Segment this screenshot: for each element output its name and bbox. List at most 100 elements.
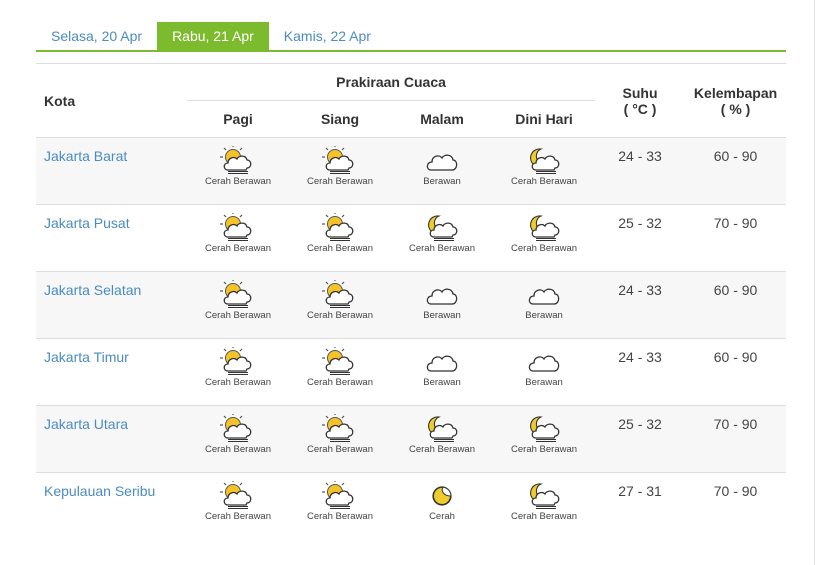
header-suhu-unit: ( °C ) — [623, 100, 657, 117]
weather-label: Cerah Berawan — [511, 243, 578, 254]
forecast-pagi: Cerah Berawan — [187, 137, 289, 205]
weather-label: Cerah Berawan — [511, 511, 578, 522]
sun-cloud-rain-icon — [220, 347, 252, 375]
table-row: Jakarta Barat Cerah Berawan Cerah Berawa… — [36, 137, 787, 205]
header-prakiraan-cuaca: Prakiraan Cuaca — [187, 63, 596, 101]
city-link[interactable]: Jakarta Utara — [36, 405, 187, 473]
weather-label: Cerah Berawan — [204, 176, 271, 187]
header-kota: Kota — [36, 63, 187, 138]
weather-label: Cerah Berawan — [204, 310, 271, 321]
tab-selasa-20-apr[interactable]: Selasa, 20 Apr — [36, 22, 157, 50]
header-siang: Siang — [320, 111, 360, 127]
tab-rabu-21-apr[interactable]: Rabu, 21 Apr — [157, 22, 269, 50]
header-suhu-label: Suhu — [622, 84, 658, 101]
weather-label: Berawan — [423, 377, 461, 388]
forecast-pagi: Cerah Berawan — [187, 338, 289, 406]
forecast-dini-hari: Cerah Berawan — [493, 204, 596, 272]
suhu-value: 24 - 33 — [595, 137, 686, 205]
sun-cloud-rain-icon — [220, 213, 252, 241]
sun-cloud-rain-icon — [220, 146, 252, 174]
weather-label: Cerah Berawan — [511, 176, 578, 187]
forecast-siang: Cerah Berawan — [289, 204, 391, 272]
forecast-malam: Cerah Berawan — [391, 405, 493, 473]
weather-label: Cerah Berawan — [408, 243, 475, 254]
city-link[interactable]: Jakarta Barat — [36, 137, 187, 205]
sun-cloud-rain-icon — [322, 481, 354, 509]
forecast-siang: Cerah Berawan — [289, 338, 391, 406]
sun-cloud-rain-icon — [322, 347, 354, 375]
sun-cloud-rain-icon — [220, 481, 252, 509]
forecast-dini-hari: Cerah Berawan — [493, 405, 596, 473]
sun-cloud-rain-icon — [322, 146, 354, 174]
weather-label: Cerah Berawan — [204, 511, 271, 522]
weather-label: Cerah — [429, 511, 455, 522]
weather-label: Cerah Berawan — [306, 243, 373, 254]
weather-label: Cerah Berawan — [306, 310, 373, 321]
weather-label: Berawan — [423, 310, 461, 321]
kelembapan-value: 60 - 90 — [685, 338, 787, 406]
kelembapan-value: 70 - 90 — [685, 472, 787, 540]
moon-cloud-rain-icon — [428, 215, 458, 241]
city-link[interactable]: Jakarta Selatan — [36, 271, 187, 339]
kelembapan-value: 70 - 90 — [685, 204, 787, 272]
header-pagi: Pagi — [223, 111, 253, 127]
cloud-icon — [426, 154, 458, 171]
forecast-dini-hari: Berawan — [493, 338, 596, 406]
suhu-value: 24 - 33 — [595, 338, 686, 406]
weather-label: Cerah Berawan — [306, 377, 373, 388]
forecast-dini-hari: Cerah Berawan — [493, 472, 596, 540]
sun-cloud-rain-icon — [220, 280, 252, 308]
moon-cloud-rain-icon — [530, 215, 560, 241]
city-link[interactable]: Jakarta Pusat — [36, 204, 187, 272]
header-kelembapan-unit: ( % ) — [720, 100, 751, 117]
moon-cloud-rain-icon — [428, 416, 458, 442]
forecast-malam: Cerah — [391, 472, 493, 540]
table-row: Jakarta Selatan Cerah Berawan Cerah Bera… — [36, 271, 787, 339]
kelembapan-value: 60 - 90 — [685, 137, 787, 205]
cloud-icon — [528, 288, 560, 305]
weather-label: Cerah Berawan — [306, 511, 373, 522]
table-row: Kepulauan Seribu Cerah Berawan Cerah Ber… — [36, 472, 787, 540]
kelembapan-value: 70 - 90 — [685, 405, 787, 473]
header-dini-hari: Dini Hari — [515, 111, 573, 127]
sun-cloud-rain-icon — [322, 213, 354, 241]
suhu-value: 25 - 32 — [595, 204, 686, 272]
table-row: Jakarta Pusat Cerah Berawan Cerah Berawa… — [36, 204, 787, 272]
date-tabs: Selasa, 20 Apr Rabu, 21 Apr Kamis, 22 Ap… — [36, 22, 786, 52]
weather-label: Cerah Berawan — [306, 444, 373, 455]
weather-label: Berawan — [525, 310, 563, 321]
weather-label: Berawan — [423, 176, 461, 187]
suhu-value: 25 - 32 — [595, 405, 686, 473]
weather-label: Cerah Berawan — [204, 377, 271, 388]
weather-label: Cerah Berawan — [408, 444, 475, 455]
forecast-dini-hari: Berawan — [493, 271, 596, 339]
cloud-icon — [426, 355, 458, 372]
city-link[interactable]: Jakarta Timur — [36, 338, 187, 406]
forecast-dini-hari: Cerah Berawan — [493, 137, 596, 205]
weather-table: Kota Prakiraan Cuaca Suhu ( °C ) Kelemba… — [36, 63, 787, 540]
sun-cloud-rain-icon — [322, 280, 354, 308]
right-divider — [814, 0, 815, 565]
table-row: Jakarta Timur Cerah Berawan Cerah Berawa… — [36, 338, 787, 406]
weather-table-body: Jakarta Barat Cerah Berawan Cerah Berawa… — [36, 137, 787, 540]
forecast-siang: Cerah Berawan — [289, 472, 391, 540]
forecast-siang: Cerah Berawan — [289, 405, 391, 473]
cloud-icon — [426, 288, 458, 305]
city-link[interactable]: Kepulauan Seribu — [36, 472, 187, 540]
weather-label: Cerah Berawan — [511, 444, 578, 455]
forecast-pagi: Cerah Berawan — [187, 405, 289, 473]
weather-label: Cerah Berawan — [306, 176, 373, 187]
forecast-pagi: Cerah Berawan — [187, 271, 289, 339]
header-malam: Malam — [420, 111, 464, 127]
weather-label: Berawan — [525, 377, 563, 388]
moon-icon — [432, 486, 452, 506]
moon-cloud-rain-icon — [530, 148, 560, 174]
sun-cloud-rain-icon — [322, 414, 354, 442]
forecast-siang: Cerah Berawan — [289, 137, 391, 205]
forecast-malam: Cerah Berawan — [391, 204, 493, 272]
header-suhu: Suhu ( °C ) — [595, 63, 686, 138]
kelembapan-value: 60 - 90 — [685, 271, 787, 339]
tab-kamis-22-apr[interactable]: Kamis, 22 Apr — [269, 22, 386, 50]
moon-cloud-rain-icon — [530, 483, 560, 509]
moon-cloud-rain-icon — [530, 416, 560, 442]
